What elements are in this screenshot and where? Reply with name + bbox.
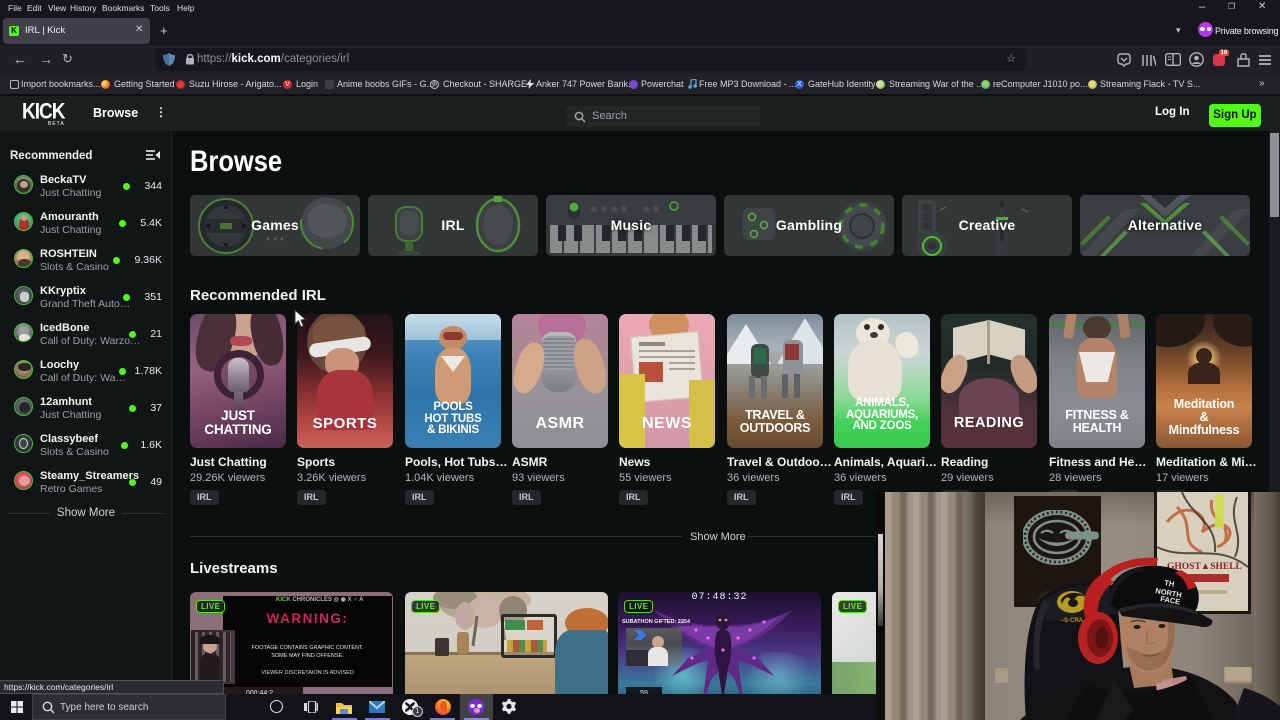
svg-text:⎯S-CRA: ⎯S-CRA bbox=[1060, 618, 1084, 624]
